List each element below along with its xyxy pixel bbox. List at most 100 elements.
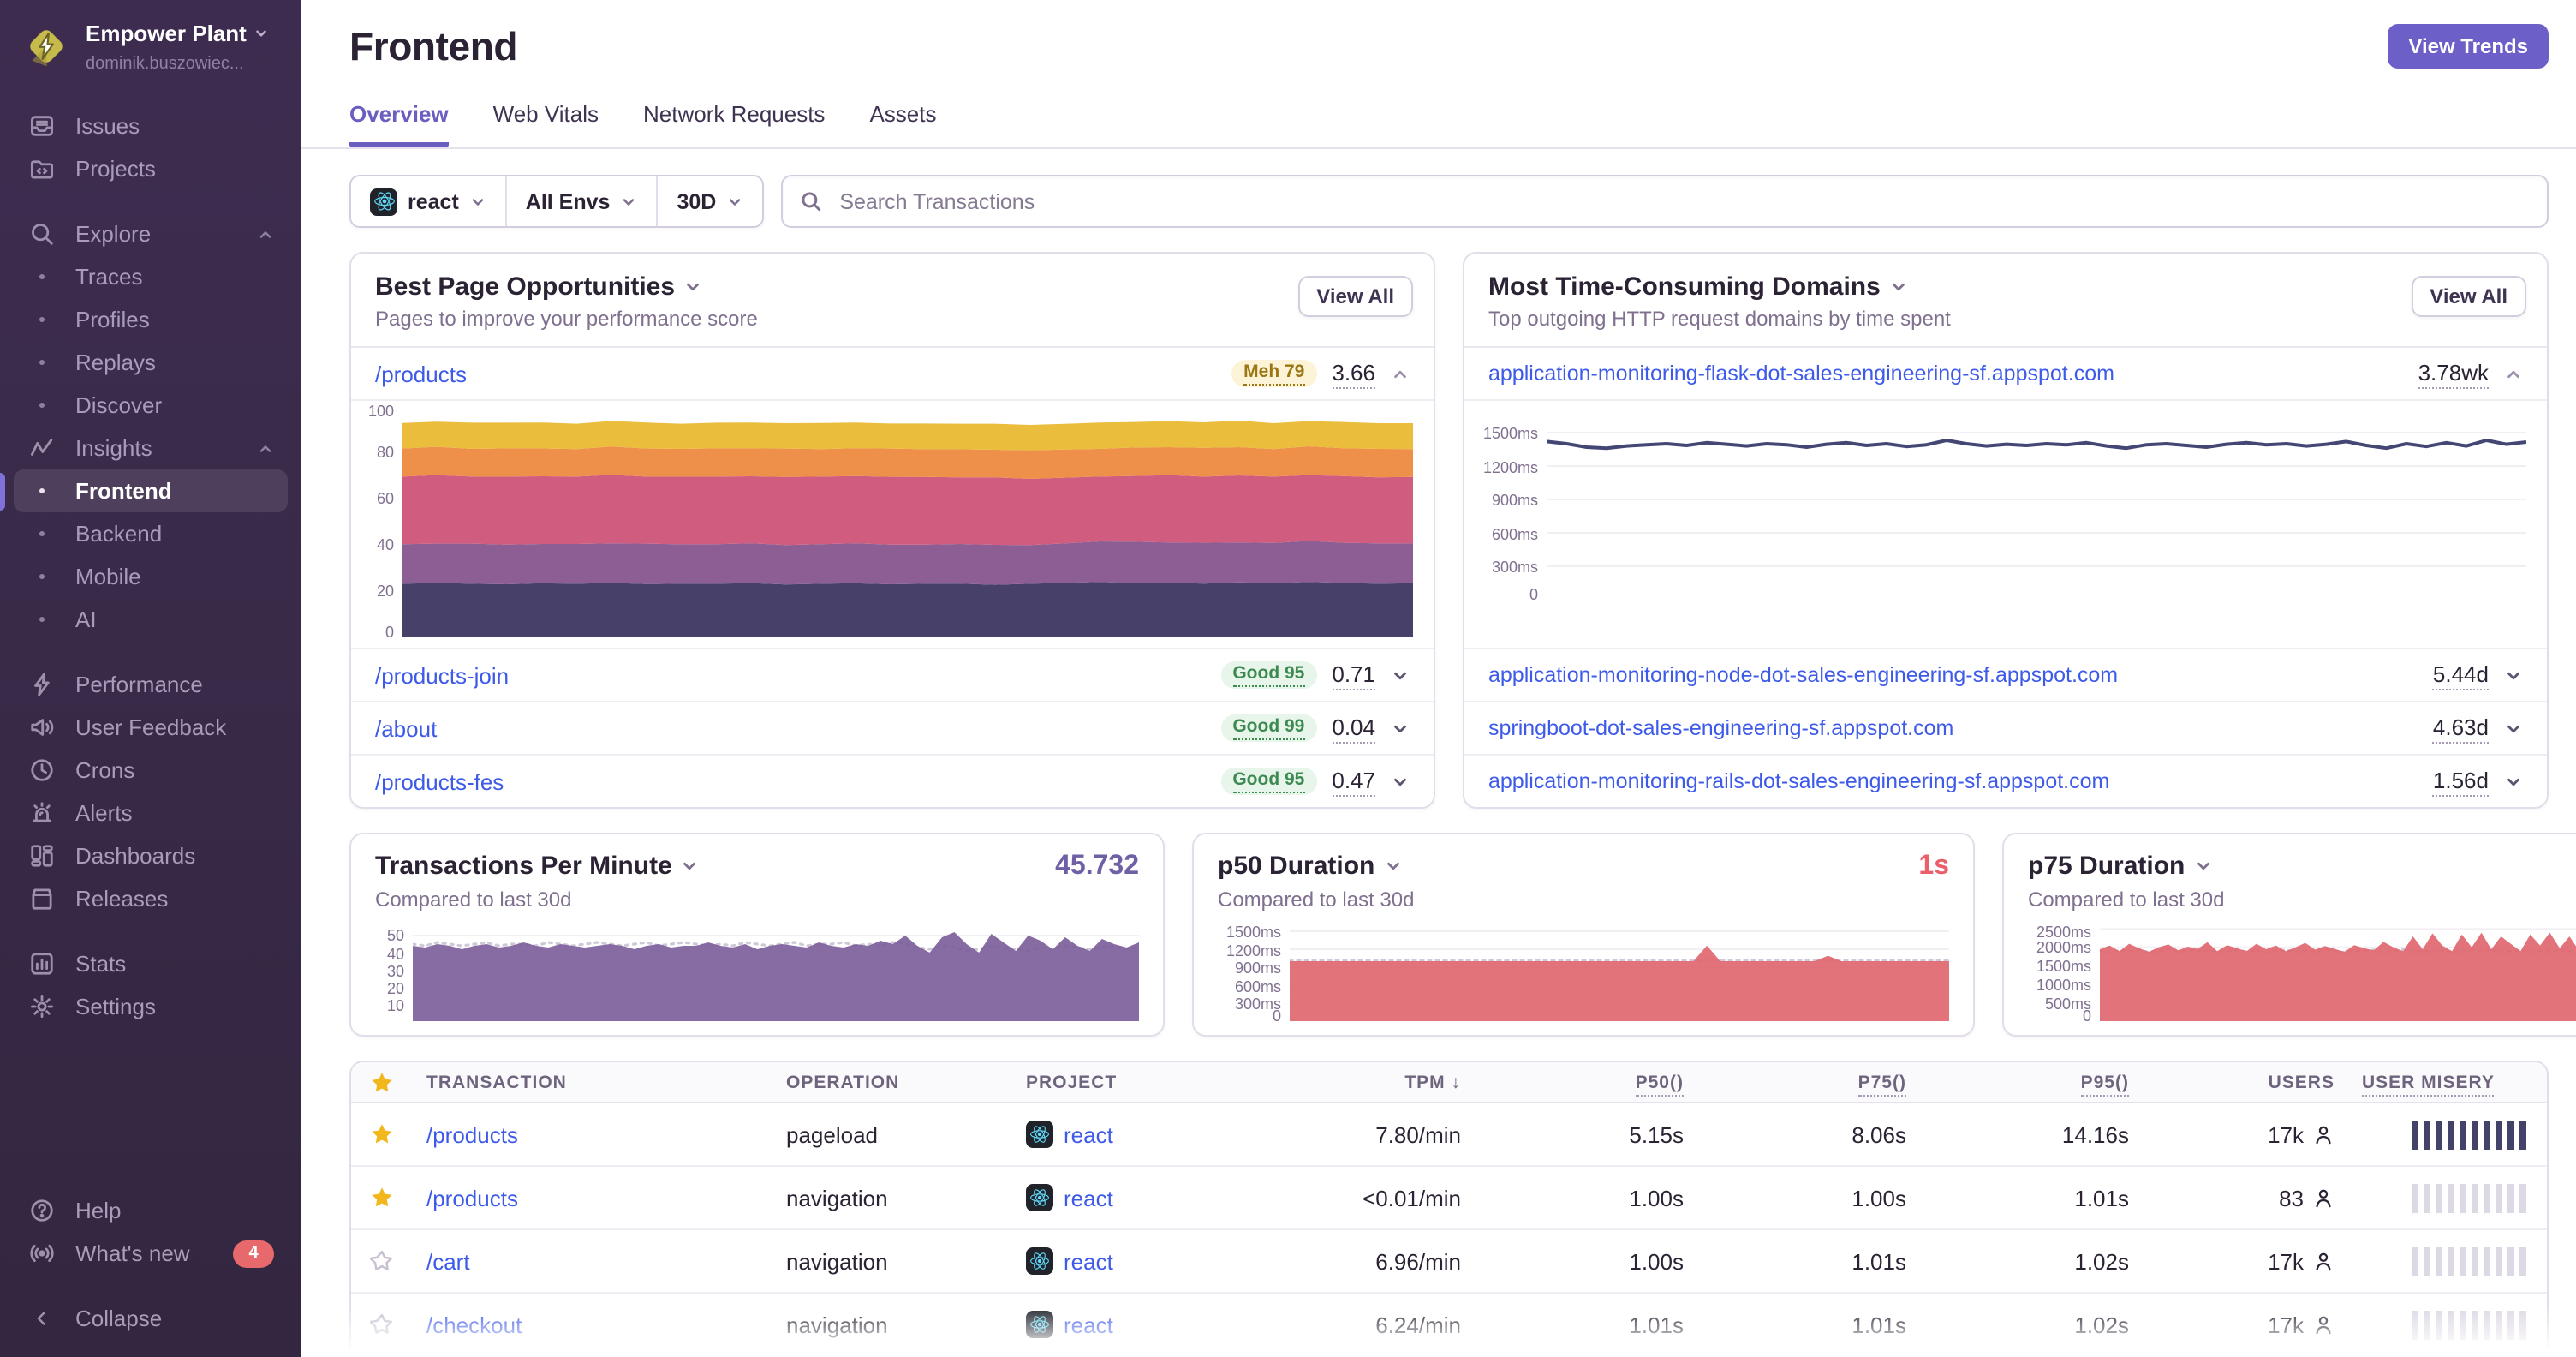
sidebar-item-insights[interactable]: Insights (14, 427, 288, 469)
opportunity-score-value[interactable]: 0.71 (1332, 661, 1375, 690)
column-header-p95-[interactable]: P95() (1920, 1072, 2143, 1096)
sidebar-item-mobile[interactable]: Mobile (14, 555, 288, 598)
project-link[interactable]: react (1064, 1121, 1113, 1147)
search-icon (802, 192, 821, 212)
search-input[interactable] (836, 188, 2530, 215)
org-switcher[interactable]: Empower Plant dominik.buszowiec... (0, 0, 301, 94)
sidebar-item-label: What's new (75, 1240, 190, 1266)
sidebar-item-crons[interactable]: Crons (14, 749, 288, 792)
sidebar-item-replays[interactable]: Replays (14, 341, 288, 384)
chevron-down-icon[interactable] (1889, 278, 1908, 296)
column-header-p75-[interactable]: P75() (1697, 1072, 1920, 1096)
sidebar-item-help[interactable]: Help (14, 1189, 288, 1232)
sidebar-item-settings[interactable]: Settings (14, 985, 288, 1028)
chevron-down-icon[interactable] (1383, 857, 1402, 876)
sidebar-item-collapse[interactable]: Collapse (14, 1297, 288, 1340)
sidebar-item-user-feedback[interactable]: User Feedback (14, 706, 288, 749)
page-opportunity-row: /products-fes Good 95 0.47 (351, 756, 1434, 807)
performance-score-badge[interactable]: Meh 79 (1231, 360, 1317, 387)
time-spent-value[interactable]: 4.63d (2432, 714, 2489, 743)
column-header-project[interactable]: PROJECT (1012, 1072, 1252, 1092)
p50-cell: 1.00s (1629, 1248, 1684, 1274)
sidebar-item-performance[interactable]: Performance (14, 663, 288, 706)
sidebar-item-discover[interactable]: Discover (14, 384, 288, 427)
transaction-link[interactable]: /products (426, 1121, 518, 1147)
sidebar-item-releases[interactable]: Releases (14, 877, 288, 920)
expand-row-icon[interactable] (1391, 666, 1410, 684)
sidebar-item-ai[interactable]: AI (14, 598, 288, 641)
domain-link[interactable]: application-monitoring-node-dot-sales-en… (1488, 663, 2433, 687)
performance-score-badge[interactable]: Good 95 (1220, 768, 1317, 795)
collapse-row-icon[interactable] (1391, 364, 1410, 383)
column-header-tpm[interactable]: TPM ↓ (1252, 1072, 1475, 1092)
tab-assets[interactable]: Assets (869, 101, 936, 147)
project-link[interactable]: react (1064, 1248, 1113, 1274)
time-spent-value[interactable]: 5.44d (2432, 661, 2489, 690)
sidebar-item-profiles[interactable]: Profiles (14, 298, 288, 341)
sidebar-item-traces[interactable]: Traces (14, 255, 288, 298)
chevron-down-icon[interactable] (681, 857, 700, 876)
transaction-link[interactable]: /checkout (426, 1312, 522, 1337)
domain-link[interactable]: application-monitoring-flask-dot-sales-e… (1488, 362, 2418, 386)
star-column-header[interactable] (351, 1070, 413, 1094)
time-spent-value[interactable]: 1.56d (2432, 767, 2489, 796)
column-header-operation[interactable]: OPERATION (772, 1072, 1012, 1092)
transaction-link[interactable]: /products (426, 1185, 518, 1211)
chevron-down-icon[interactable] (683, 278, 702, 296)
sidebar-item-label: Backend (75, 521, 163, 547)
star-toggle-off[interactable] (351, 1249, 413, 1273)
expand-row-icon[interactable] (2504, 772, 2523, 791)
environment-filter[interactable]: All Envs (504, 176, 657, 226)
time-consuming-domains-panel: Most Time-Consuming Domains Top outgoing… (1463, 252, 2549, 809)
expand-row-icon[interactable] (1391, 772, 1410, 791)
star-toggle-on[interactable] (351, 1186, 413, 1210)
column-header-transaction[interactable]: TRANSACTION (413, 1072, 772, 1092)
sidebar-item-label: AI (75, 607, 97, 632)
tab-overview[interactable]: Overview (349, 101, 449, 147)
view-trends-button[interactable]: View Trends (2388, 24, 2549, 69)
transaction-link[interactable]: /cart (426, 1248, 470, 1274)
performance-score-badge[interactable]: Good 99 (1220, 714, 1317, 742)
sidebar-item-what-s-new[interactable]: What's new 4 (14, 1232, 288, 1275)
star-toggle-off[interactable] (351, 1312, 413, 1336)
performance-score-badge[interactable]: Good 95 (1220, 661, 1317, 689)
tab-web-vitals[interactable]: Web Vitals (493, 101, 599, 147)
column-header-user-misery[interactable]: USER MISERY (2348, 1072, 2547, 1096)
domain-link[interactable]: application-monitoring-rails-dot-sales-e… (1488, 769, 2433, 793)
project-link[interactable]: react (1064, 1312, 1113, 1337)
chevron-down-icon[interactable] (2193, 857, 2212, 876)
view-all-button[interactable]: View All (2411, 276, 2526, 317)
transaction-link[interactable]: /products-fes (375, 768, 1220, 794)
opportunity-score-value[interactable]: 0.04 (1332, 714, 1375, 743)
sidebar-item-alerts[interactable]: Alerts (14, 792, 288, 834)
star-toggle-on[interactable] (351, 1122, 413, 1146)
sidebar-item-label: User Feedback (75, 714, 227, 740)
opportunity-score-value[interactable]: 3.66 (1332, 359, 1375, 388)
sidebar-item-projects[interactable]: Projects (14, 147, 288, 190)
user-misery-bars (2348, 1120, 2547, 1149)
sidebar-item-explore[interactable]: Explore (14, 212, 288, 255)
domain-link[interactable]: springboot-dot-sales-engineering-sf.apps… (1488, 716, 2433, 740)
view-all-button[interactable]: View All (1297, 276, 1413, 317)
sidebar-item-stats[interactable]: Stats (14, 942, 288, 985)
tab-network-requests[interactable]: Network Requests (643, 101, 825, 147)
sidebar-item-frontend[interactable]: Frontend (0, 469, 288, 512)
sidebar-item-issues[interactable]: Issues (14, 105, 288, 147)
sidebar-item-backend[interactable]: Backend (14, 512, 288, 555)
column-header-p50-[interactable]: P50() (1475, 1072, 1697, 1096)
expand-row-icon[interactable] (1391, 719, 1410, 738)
transaction-link[interactable]: /products-join (375, 662, 1220, 688)
transaction-link[interactable]: /products (375, 361, 1231, 386)
expand-row-icon[interactable] (2504, 719, 2523, 738)
project-link[interactable]: react (1064, 1185, 1113, 1211)
time-spent-value[interactable]: 3.78wk (2418, 359, 2489, 388)
date-range-filter[interactable]: 30D (656, 176, 762, 226)
collapse-row-icon[interactable] (2504, 364, 2523, 383)
column-header-users[interactable]: USERS (2143, 1072, 2348, 1092)
org-name: Empower Plant (86, 21, 247, 46)
expand-row-icon[interactable] (2504, 666, 2523, 684)
sidebar-item-dashboards[interactable]: Dashboards (14, 834, 288, 877)
project-filter[interactable]: react (351, 176, 505, 226)
opportunity-score-value[interactable]: 0.47 (1332, 767, 1375, 796)
transaction-link[interactable]: /about (375, 715, 1220, 741)
